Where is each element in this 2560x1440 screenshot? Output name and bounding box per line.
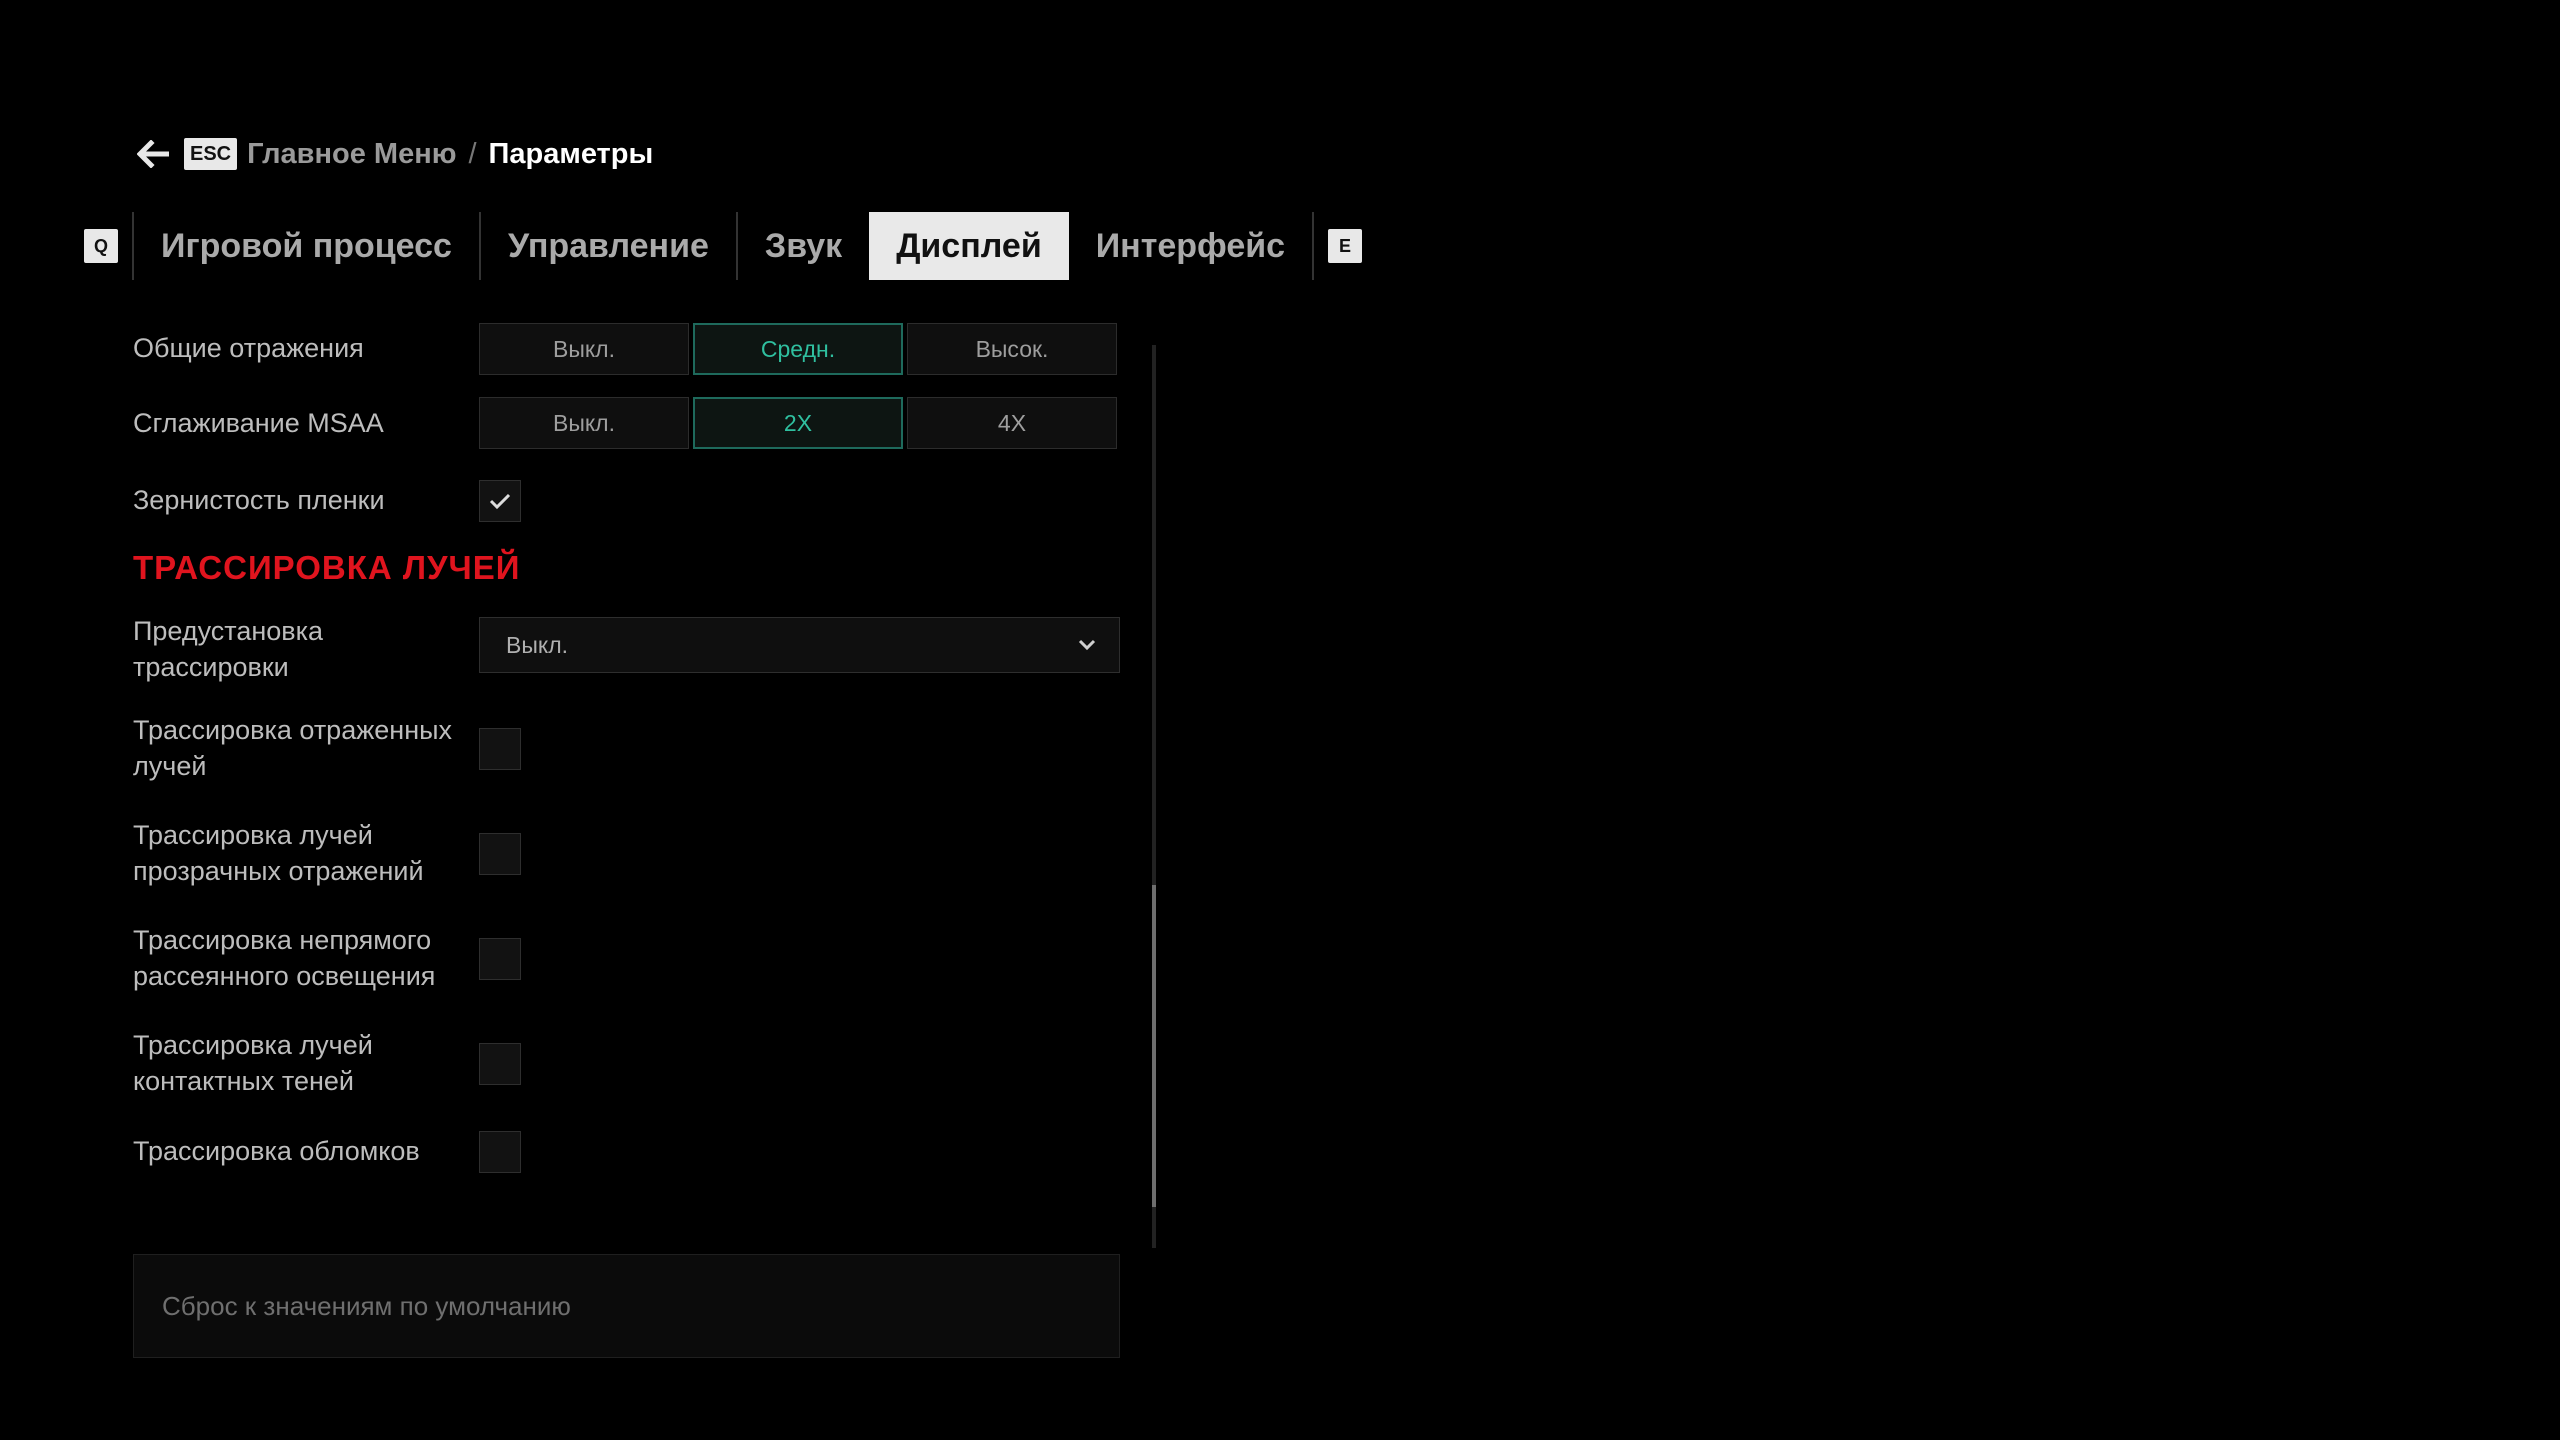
tab-divider — [1312, 212, 1315, 280]
tab-audio[interactable]: Звук — [738, 212, 869, 280]
reflections-option-medium[interactable]: Средн. — [693, 323, 903, 375]
setting-label: Трассировка лучей контактных теней — [133, 1030, 373, 1096]
setting-label: Общие отражения — [133, 333, 364, 363]
rt-debris-checkbox[interactable] — [479, 1131, 521, 1173]
setting-label: Трассировка непрямого рассеянного освеще… — [133, 925, 436, 991]
setting-label: Трассировка лучей прозрачных отражений — [133, 820, 424, 886]
chevron-down-icon — [1078, 639, 1096, 651]
film-grain-checkbox[interactable] — [479, 480, 521, 522]
tab-bar: Q Игровой процесс Управление Звук Диспле… — [84, 212, 1363, 280]
setting-label: Трассировка обломков — [133, 1136, 420, 1166]
breadcrumb-parent[interactable]: Главное Меню — [247, 138, 456, 171]
settings-screen: ESC Главное Меню / Параметры Q Игровой п… — [0, 0, 2560, 1440]
prev-tab-key-badge[interactable]: Q — [84, 229, 118, 263]
msaa-option-4x[interactable]: 4X — [907, 397, 1117, 449]
raytracing-section-title: ТРАССИРОВКА ЛУЧЕЙ — [133, 549, 521, 586]
rt-transparent-checkbox[interactable] — [479, 833, 521, 875]
tab-interface[interactable]: Интерфейс — [1069, 212, 1312, 280]
reflections-option-off[interactable]: Выкл. — [479, 323, 689, 375]
setting-label: Сглаживание MSAA — [133, 408, 384, 438]
scrollbar-track[interactable] — [1152, 345, 1156, 1248]
tab-display[interactable]: Дисплей — [869, 212, 1069, 280]
setting-label: Зернистость пленки — [133, 485, 385, 515]
rt-reflections-checkbox[interactable] — [479, 728, 521, 770]
setting-label: Трассировка отраженных лучей — [133, 715, 453, 781]
rt-gi-checkbox[interactable] — [479, 938, 521, 980]
msaa-option-2x[interactable]: 2X — [693, 397, 903, 449]
msaa-segmented-control: Выкл. 2X 4X — [479, 397, 1117, 449]
rt-shadows-checkbox[interactable] — [479, 1043, 521, 1085]
esc-key-badge[interactable]: ESC — [184, 138, 238, 170]
dropdown-value: Выкл. — [506, 631, 569, 658]
next-tab-key-badge[interactable]: E — [1328, 229, 1363, 263]
reset-defaults-button[interactable]: Сброс к значениям по умолчанию — [133, 1254, 1120, 1358]
back-arrow-icon[interactable] — [134, 134, 174, 174]
breadcrumb: ESC Главное Меню / Параметры — [134, 134, 653, 174]
rt-preset-dropdown[interactable]: Выкл. — [479, 617, 1120, 673]
setting-label: Предустановка трассировки — [133, 616, 324, 682]
msaa-option-off[interactable]: Выкл. — [479, 397, 689, 449]
reflections-option-high[interactable]: Высок. — [907, 323, 1117, 375]
scrollbar-thumb[interactable] — [1152, 885, 1156, 1207]
tab-controls[interactable]: Управление — [481, 212, 736, 280]
breadcrumb-current: Параметры — [488, 137, 654, 170]
breadcrumb-separator: / — [468, 137, 477, 170]
tab-gameplay[interactable]: Игровой процесс — [134, 212, 479, 280]
reflections-segmented-control: Выкл. Средн. Высок. — [479, 323, 1117, 375]
checkmark-icon — [489, 493, 511, 510]
